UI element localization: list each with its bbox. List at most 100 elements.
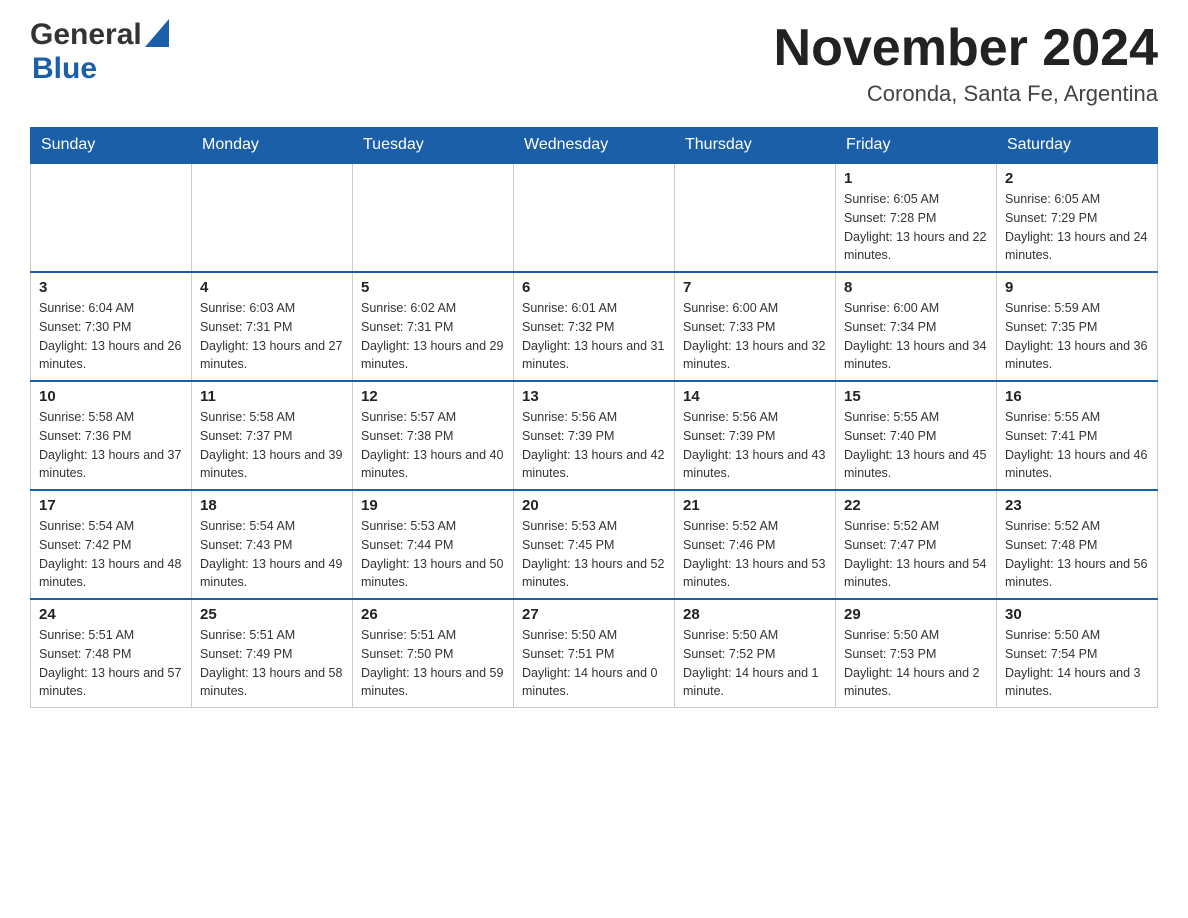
sunrise-text: Sunrise: 5:55 AM — [844, 408, 988, 427]
sunset-text: Sunset: 7:41 PM — [1005, 427, 1149, 446]
day-number: 1 — [844, 170, 988, 187]
day-info: Sunrise: 5:55 AMSunset: 7:41 PMDaylight:… — [1005, 408, 1149, 483]
sunrise-text: Sunrise: 5:50 AM — [522, 626, 666, 645]
location-title: Coronda, Santa Fe, Argentina — [774, 81, 1158, 107]
day-number: 16 — [1005, 388, 1149, 405]
week-row-2: 3Sunrise: 6:04 AMSunset: 7:30 PMDaylight… — [31, 272, 1158, 381]
sunrise-text: Sunrise: 5:51 AM — [361, 626, 505, 645]
day-number: 13 — [522, 388, 666, 405]
sunset-text: Sunset: 7:46 PM — [683, 536, 827, 555]
sunset-text: Sunset: 7:48 PM — [39, 645, 183, 664]
sunrise-text: Sunrise: 5:52 AM — [844, 517, 988, 536]
day-number: 6 — [522, 279, 666, 296]
weekday-header-sunday: Sunday — [31, 128, 192, 164]
day-number: 27 — [522, 606, 666, 623]
calendar-cell: 29Sunrise: 5:50 AMSunset: 7:53 PMDayligh… — [836, 599, 997, 708]
daylight-text: Daylight: 13 hours and 53 minutes. — [683, 555, 827, 593]
sunrise-text: Sunrise: 6:05 AM — [844, 190, 988, 209]
calendar-cell — [353, 163, 514, 272]
daylight-text: Daylight: 13 hours and 59 minutes. — [361, 664, 505, 702]
daylight-text: Daylight: 13 hours and 54 minutes. — [844, 555, 988, 593]
calendar-cell: 28 Sunrise: 5:50 AMSunset: 7:52 PMDayligh… — [675, 599, 836, 708]
day-number: 12 — [361, 388, 505, 405]
sunset-text: Sunset: 7:44 PM — [361, 536, 505, 555]
daylight-text: Daylight: 13 hours and 46 minutes. — [1005, 446, 1149, 484]
sunrise-text: Sunrise: 6:05 AM — [1005, 190, 1149, 209]
day-info: Sunrise: 6:02 AMSunset: 7:31 PMDaylight:… — [361, 299, 505, 374]
sunset-text: Sunset: 7:30 PM — [39, 318, 183, 337]
daylight-text: Daylight: 13 hours and 50 minutes. — [361, 555, 505, 593]
daylight-text: Daylight: 13 hours and 39 minutes. — [200, 446, 344, 484]
day-info: Sunrise: 5:53 AMSunset: 7:44 PMDaylight:… — [361, 517, 505, 592]
calendar-cell: 26 Sunrise: 5:51 AMSunset: 7:50 PMDayligh… — [353, 599, 514, 708]
sunset-text: Sunset: 7:38 PM — [361, 427, 505, 446]
day-info: Sunrise: 5:57 AMSunset: 7:38 PMDaylight:… — [361, 408, 505, 483]
daylight-text: Daylight: 14 hours and 2 minutes. — [844, 664, 988, 702]
day-number: 17 — [39, 497, 183, 514]
calendar-cell: 16 Sunrise: 5:55 AMSunset: 7:41 PMDayligh… — [997, 381, 1158, 490]
day-info: Sunrise: 5:58 AMSunset: 7:37 PMDaylight:… — [200, 408, 344, 483]
daylight-text: Daylight: 13 hours and 40 minutes. — [361, 446, 505, 484]
weekday-header-wednesday: Wednesday — [514, 128, 675, 164]
day-info: Sunrise: 6:04 AMSunset: 7:30 PMDaylight:… — [39, 299, 183, 374]
sunset-text: Sunset: 7:51 PM — [522, 645, 666, 664]
sunrise-text: Sunrise: 5:58 AM — [39, 408, 183, 427]
calendar-cell — [514, 163, 675, 272]
day-number: 18 — [200, 497, 344, 514]
daylight-text: Daylight: 13 hours and 57 minutes. — [39, 664, 183, 702]
logo-triangle-icon — [145, 19, 169, 47]
sunset-text: Sunset: 7:49 PM — [200, 645, 344, 664]
day-number: 26 — [361, 606, 505, 623]
calendar-cell: 2Sunrise: 6:05 AMSunset: 7:29 PMDaylight… — [997, 163, 1158, 272]
day-info: Sunrise: 5:55 AMSunset: 7:40 PMDaylight:… — [844, 408, 988, 483]
day-number: 22 — [844, 497, 988, 514]
day-number: 28 — [683, 606, 827, 623]
day-number: 25 — [200, 606, 344, 623]
logo: General Blue — [30, 20, 169, 86]
sunset-text: Sunset: 7:34 PM — [844, 318, 988, 337]
sunrise-text: Sunrise: 6:03 AM — [200, 299, 344, 318]
sunrise-text: Sunrise: 5:56 AM — [522, 408, 666, 427]
day-info: Sunrise: 5:50 AMSunset: 7:53 PMDaylight:… — [844, 626, 988, 701]
weekday-header-monday: Monday — [192, 128, 353, 164]
logo-general-text: General — [30, 20, 142, 50]
sunset-text: Sunset: 7:48 PM — [1005, 536, 1149, 555]
week-row-3: 10Sunrise: 5:58 AMSunset: 7:36 PMDayligh… — [31, 381, 1158, 490]
calendar-cell: 17 Sunrise: 5:54 AMSunset: 7:42 PMDayligh… — [31, 490, 192, 599]
daylight-text: Daylight: 13 hours and 34 minutes. — [844, 337, 988, 375]
sunset-text: Sunset: 7:39 PM — [522, 427, 666, 446]
sunset-text: Sunset: 7:29 PM — [1005, 209, 1149, 228]
daylight-text: Daylight: 13 hours and 27 minutes. — [200, 337, 344, 375]
week-row-1: 1Sunrise: 6:05 AMSunset: 7:28 PMDaylight… — [31, 163, 1158, 272]
day-info: Sunrise: 5:54 AMSunset: 7:43 PMDaylight:… — [200, 517, 344, 592]
day-number: 14 — [683, 388, 827, 405]
calendar-cell: 20Sunrise: 5:53 AMSunset: 7:45 PMDayligh… — [514, 490, 675, 599]
calendar-table: SundayMondayTuesdayWednesdayThursdayFrid… — [30, 127, 1158, 708]
sunset-text: Sunset: 7:50 PM — [361, 645, 505, 664]
calendar-cell: 5Sunrise: 6:02 AMSunset: 7:31 PMDaylight… — [353, 272, 514, 381]
daylight-text: Daylight: 13 hours and 42 minutes. — [522, 446, 666, 484]
sunset-text: Sunset: 7:52 PM — [683, 645, 827, 664]
day-number: 30 — [1005, 606, 1149, 623]
calendar-cell: 19Sunrise: 5:53 AMSunset: 7:44 PMDayligh… — [353, 490, 514, 599]
daylight-text: Daylight: 13 hours and 45 minutes. — [844, 446, 988, 484]
month-title: November 2024 — [774, 20, 1158, 77]
day-info: Sunrise: 6:00 AMSunset: 7:34 PMDaylight:… — [844, 299, 988, 374]
day-info: Sunrise: 5:50 AMSunset: 7:52 PMDaylight:… — [683, 626, 827, 701]
day-info: Sunrise: 5:52 AMSunset: 7:47 PMDaylight:… — [844, 517, 988, 592]
sunset-text: Sunset: 7:28 PM — [844, 209, 988, 228]
day-info: Sunrise: 5:54 AMSunset: 7:42 PMDaylight:… — [39, 517, 183, 592]
weekday-header-tuesday: Tuesday — [353, 128, 514, 164]
sunrise-text: Sunrise: 5:52 AM — [1005, 517, 1149, 536]
sunset-text: Sunset: 7:35 PM — [1005, 318, 1149, 337]
title-area: November 2024 Coronda, Santa Fe, Argenti… — [774, 20, 1158, 107]
daylight-text: Daylight: 13 hours and 43 minutes. — [683, 446, 827, 484]
calendar-cell: 21Sunrise: 5:52 AMSunset: 7:46 PMDayligh… — [675, 490, 836, 599]
calendar-cell: 24Sunrise: 5:51 AMSunset: 7:48 PMDayligh… — [31, 599, 192, 708]
calendar-cell: 25Sunrise: 5:51 AMSunset: 7:49 PMDayligh… — [192, 599, 353, 708]
day-info: Sunrise: 5:50 AMSunset: 7:54 PMDaylight:… — [1005, 626, 1149, 701]
sunset-text: Sunset: 7:36 PM — [39, 427, 183, 446]
calendar-cell: 7Sunrise: 6:00 AMSunset: 7:33 PMDaylight… — [675, 272, 836, 381]
sunset-text: Sunset: 7:47 PM — [844, 536, 988, 555]
sunrise-text: Sunrise: 5:50 AM — [683, 626, 827, 645]
